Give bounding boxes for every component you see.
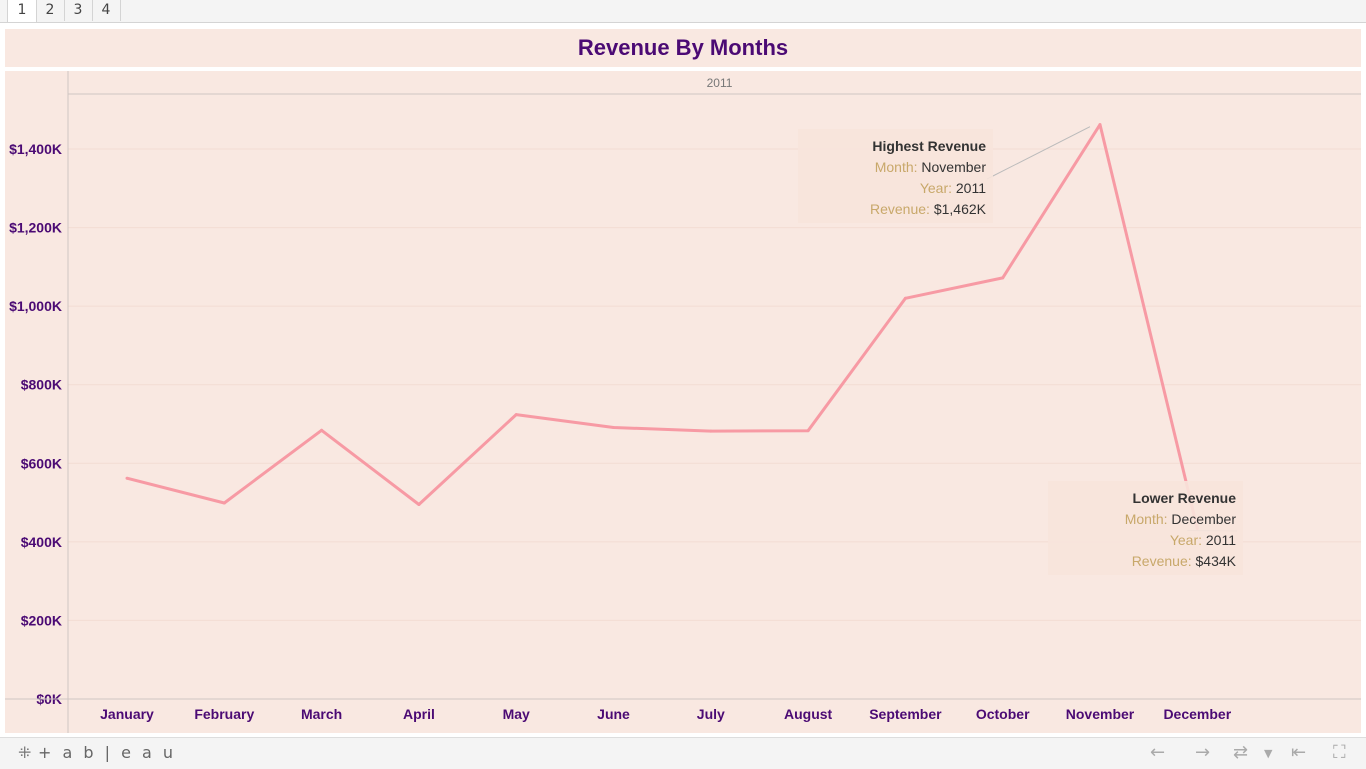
annotation-field-value: November [921, 159, 986, 175]
y-tick-label: $1,000K [9, 298, 62, 314]
footer-toolbar: ⁜ + a b | e a u ← → ⇄ ▼ ⇤ ⛶ [0, 737, 1366, 769]
data-point [612, 426, 615, 430]
revenue-series-line [126, 123, 1199, 529]
annotation-field-value: 2011 [956, 180, 986, 196]
undo-icon[interactable]: ← [1150, 742, 1165, 763]
x-tick-label: January [100, 706, 154, 722]
x-tick-label: August [784, 706, 833, 722]
x-tick-label: September [869, 706, 942, 722]
data-point [320, 428, 324, 432]
data-point [1098, 123, 1102, 127]
revert-dropdown-icon[interactable]: ▼ [1264, 747, 1272, 760]
x-tick-label: May [503, 706, 530, 722]
sheet-tabs: 1 2 3 4 [0, 0, 1366, 23]
chart-area: 2011 $0K $200K $400K $600K $800K $1,000K $1,200… [5, 71, 1361, 733]
annotation-row: Month: December [1125, 511, 1237, 527]
data-point [1001, 276, 1005, 280]
annotation-field-value: 2011 [1206, 532, 1236, 548]
data-point [806, 429, 810, 433]
data-point [903, 296, 907, 300]
x-tick-label: March [301, 706, 342, 722]
annotation-row: Month: November [875, 159, 987, 175]
dashboard-title: Revenue By Months [577, 35, 789, 60]
x-tick-label: November [1066, 706, 1135, 722]
annotation-row: Revenue: $1,462K [870, 201, 987, 217]
annotation-field-label: Revenue: [870, 201, 934, 217]
data-point [125, 476, 129, 480]
annotation-field-label: Month: [875, 159, 922, 175]
y-tick-label: $200K [21, 612, 62, 628]
x-tick-label: October [976, 706, 1030, 722]
tableau-logo-text: + a b | e a u [38, 743, 177, 762]
annotation-title: Highest Revenue [872, 138, 986, 154]
column-header-year: 2011 [707, 76, 733, 90]
annotation-field-label: Year: [920, 180, 956, 196]
tab-1[interactable]: 1 [7, 0, 37, 22]
x-tick-label: February [194, 706, 254, 722]
y-tick-label: $400K [21, 534, 62, 550]
x-tick-label: July [697, 706, 725, 722]
annotation-field-value: $434K [1196, 553, 1237, 569]
annotation-field-label: Year: [1170, 532, 1206, 548]
title-bar: Revenue By Months [5, 29, 1361, 67]
tab-2[interactable]: 2 [36, 0, 65, 21]
y-tick-label: $1,400K [9, 141, 62, 157]
annotation-title: Lower Revenue [1133, 490, 1237, 506]
annotation-row: Revenue: $434K [1132, 553, 1237, 569]
annotation-connector [986, 126, 1091, 180]
fullscreen-icon[interactable]: ⛶ [1333, 742, 1346, 763]
annotation-row: Year: 2011 [1170, 532, 1236, 548]
x-tick-label: April [403, 706, 435, 722]
x-tick-label: June [597, 706, 630, 722]
data-point [222, 501, 226, 505]
revenue-line-chart: 2011$0K$200K$400K$600K$800K$1,000K$1,200… [5, 71, 1361, 733]
y-tick-label: $600K [21, 455, 62, 471]
annotation-field-value: December [1171, 511, 1236, 527]
tab-4[interactable]: 4 [92, 0, 121, 21]
tableau-logo[interactable]: ⁜ + a b | e a u [18, 743, 176, 762]
annotation-field-label: Revenue: [1132, 553, 1196, 569]
revert-icon[interactable]: ⇄ [1233, 742, 1248, 763]
data-point [514, 413, 518, 417]
redo-icon[interactable]: → [1195, 742, 1210, 763]
tableau-logo-icon: ⁜ [18, 743, 32, 762]
annotation-field-value: $1,462K [934, 201, 987, 217]
pause-icon[interactable]: ⇤ [1291, 742, 1306, 763]
annotation-row: Year: 2011 [920, 180, 986, 196]
x-tick-label: December [1163, 706, 1231, 722]
y-tick-label: $1,200K [9, 220, 62, 236]
data-point [709, 429, 713, 433]
tab-3[interactable]: 3 [64, 0, 93, 21]
annotation-field-label: Month: [1125, 511, 1172, 527]
data-point [417, 503, 421, 507]
y-tick-label: $800K [21, 377, 62, 393]
